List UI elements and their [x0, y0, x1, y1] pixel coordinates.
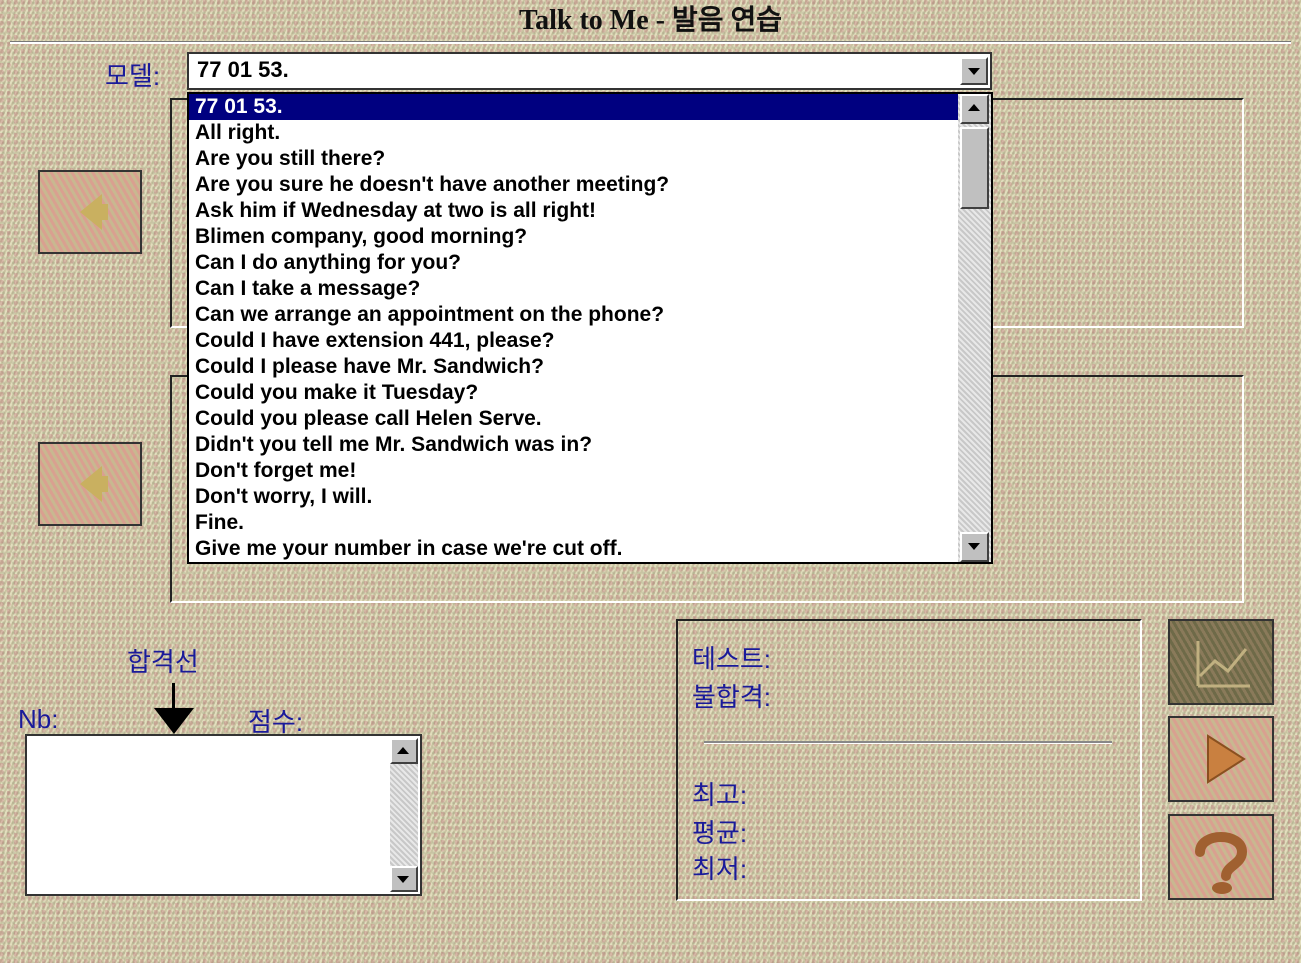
model-option[interactable]: Didn't you tell me Mr. Sandwich was in? [189, 432, 958, 458]
model-option[interactable]: Could I have extension 441, please? [189, 328, 958, 354]
model-option[interactable]: Could you make it Tuesday? [189, 380, 958, 406]
nb-label: Nb: [18, 704, 59, 734]
model-option[interactable]: Are you sure he doesn't have another mee… [189, 172, 958, 198]
model-option[interactable]: Don't worry, I will. [189, 484, 958, 510]
chevron-up-icon [397, 747, 409, 754]
best-label: 최고: [692, 780, 748, 810]
play-recording-button[interactable] [38, 442, 142, 526]
threshold-label: 합격선 [127, 647, 199, 677]
model-option[interactable]: 77 01 53. [189, 94, 958, 120]
model-dropdown-list[interactable]: 77 01 53. All right. Are you still there? A… [187, 92, 993, 564]
speaker-icon-body [98, 476, 108, 492]
scroll-thumb[interactable] [960, 127, 989, 209]
test-label: 테스트: [692, 644, 771, 674]
help-button[interactable] [1168, 814, 1274, 900]
model-option[interactable]: Could you please call Helen Serve. [189, 406, 958, 432]
model-option[interactable]: Can I do anything for you? [189, 250, 958, 276]
scroll-up-button[interactable] [960, 94, 989, 124]
scroll-down-button[interactable] [960, 532, 989, 562]
stats-panel: 테스트: 불합격: 최고: 평균: 최저: [676, 619, 1142, 901]
model-options[interactable]: 77 01 53. All right. Are you still there? A… [189, 94, 958, 562]
model-option[interactable]: Can I take a message? [189, 276, 958, 302]
chevron-down-icon [968, 68, 980, 75]
lowest-label: 최저: [692, 854, 748, 884]
window-title: Talk to Me - 발음 연습 [518, 5, 782, 36]
model-option[interactable]: All right. [189, 120, 958, 146]
model-option[interactable]: Fine. [189, 510, 958, 536]
play-model-button[interactable] [38, 170, 142, 254]
chevron-down-icon [968, 543, 980, 550]
speaker-icon-body [98, 204, 108, 220]
model-option[interactable]: Are you still there? [189, 146, 958, 172]
graph-icon [1196, 641, 1250, 688]
model-option[interactable]: Don't forget me! [189, 458, 958, 484]
title-divider [10, 42, 1291, 44]
model-option[interactable]: Can we arrange an appointment on the pho… [189, 302, 958, 328]
play-icon [1207, 734, 1246, 784]
model-option[interactable]: Give me your number in case we're cut of… [189, 536, 958, 562]
model-option[interactable]: Blimen company, good morning? [189, 224, 958, 250]
graph-button[interactable] [1168, 619, 1274, 705]
help-icon [1195, 832, 1248, 894]
model-combobox[interactable]: 77 01 53. [187, 52, 992, 90]
score-list[interactable] [25, 734, 422, 896]
combobox-dropdown-button[interactable] [960, 57, 988, 85]
model-option[interactable]: Could I please have Mr. Sandwich? [189, 354, 958, 380]
score-list-scrollbar[interactable] [390, 738, 418, 892]
threshold-arrow-shaft [172, 683, 175, 711]
dropdown-scrollbar[interactable] [958, 94, 991, 562]
scroll-down-button[interactable] [390, 866, 418, 892]
chevron-down-icon [397, 876, 409, 883]
average-label: 평균: [692, 818, 748, 848]
scroll-up-button[interactable] [390, 738, 418, 764]
model-option[interactable]: Ask him if Wednesday at two is all right… [189, 198, 958, 224]
play-button[interactable] [1168, 716, 1274, 802]
chevron-up-icon [968, 104, 980, 111]
model-selected-value: 77 01 53. [197, 57, 289, 82]
stats-divider [704, 741, 1112, 743]
model-label: 모델: [105, 61, 161, 91]
fail-label: 불합격: [692, 682, 771, 712]
arrow-down-icon [154, 708, 194, 734]
